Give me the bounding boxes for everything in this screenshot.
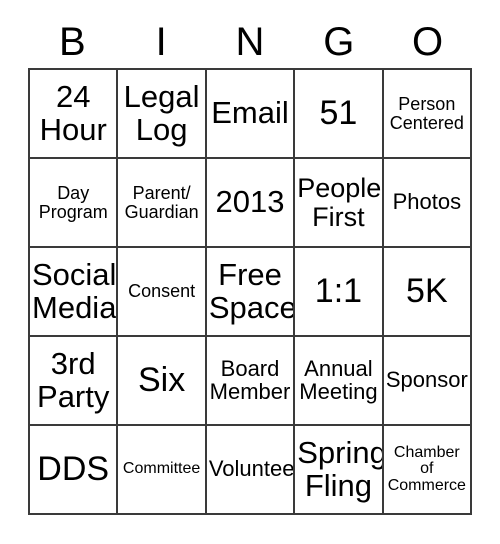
bingo-cell-label: People First — [297, 173, 382, 232]
bingo-cell-label: Legal Log — [123, 79, 200, 147]
bingo-cell-label: Committee — [122, 460, 201, 478]
bingo-cell-label: DDS — [37, 449, 110, 488]
bingo-cell[interactable]: Six — [118, 337, 207, 426]
bingo-cell[interactable]: Social Media — [30, 248, 119, 337]
bingo-cell[interactable]: Free Space — [206, 248, 296, 337]
bingo-cell-label: Day Program — [38, 182, 108, 222]
bingo-cell[interactable]: 24 Hour — [30, 70, 119, 159]
bingo-row: DDS Committee Volunteer Spring Fling Chamber… — [30, 426, 473, 515]
bingo-cell-label: Volunteer — [208, 456, 296, 482]
bingo-header-letter-b: B — [59, 20, 86, 64]
bingo-cell-label: 3rd Party — [37, 346, 110, 414]
bingo-cell[interactable]: 2013 — [206, 159, 296, 248]
bingo-cell[interactable]: Day Program — [30, 159, 119, 248]
bingo-cell[interactable]: Chamber of Commerce — [383, 426, 473, 515]
bingo-cell[interactable]: 5K — [383, 248, 473, 337]
bingo-cell-label: Sponsor — [385, 367, 468, 393]
bingo-cell[interactable]: Spring Fling — [295, 426, 384, 515]
bingo-cell-label: Consent — [128, 281, 196, 302]
bingo-cell[interactable]: Email — [206, 70, 296, 159]
bingo-header-letter-g: G — [323, 20, 355, 64]
bingo-cell-label: 24 Hour — [39, 79, 107, 147]
bingo-cell[interactable]: Legal Log — [118, 70, 207, 159]
bingo-cell-label: Spring Fling — [297, 435, 384, 503]
bingo-cell[interactable]: 3rd Party — [30, 337, 119, 426]
bingo-cell[interactable]: Committee — [118, 426, 207, 515]
bingo-cell[interactable]: Photos — [383, 159, 473, 248]
bingo-row: Day Program Parent/ Guardian 2013 People Fi… — [30, 159, 473, 248]
bingo-cell[interactable]: People First — [295, 159, 384, 248]
bingo-cell[interactable]: Person Centered — [383, 70, 473, 159]
bingo-cell[interactable]: Consent — [118, 248, 207, 337]
bingo-row: 24 Hour Legal Log Email 51 Person Centered — [30, 70, 473, 159]
bingo-header-letter-i: I — [155, 20, 167, 64]
bingo-cell-label: Board Member — [209, 355, 291, 404]
bingo-cell[interactable]: 51 — [295, 70, 384, 159]
bingo-cell[interactable]: Parent/ Guardian — [118, 159, 207, 248]
bingo-card: B I N G O 24 Hour Legal Log Email 51 Person … — [0, 0, 500, 544]
bingo-cell[interactable]: Sponsor — [383, 337, 473, 426]
bingo-cell[interactable]: DDS — [30, 426, 119, 515]
bingo-cell-label: Chamber of Commerce — [387, 443, 466, 494]
bingo-cell[interactable]: 1:1 — [295, 248, 384, 337]
bingo-cell-label: 1:1 — [314, 271, 363, 310]
bingo-cell-label: Photos — [392, 189, 462, 215]
bingo-header-row: B I N G O — [28, 16, 472, 68]
bingo-header-letter-n: N — [235, 20, 265, 64]
bingo-row: Social Media Consent Free Space 1:1 5K — [30, 248, 473, 337]
bingo-cell-label: Parent/ Guardian — [124, 182, 199, 222]
bingo-cell[interactable]: Board Member — [206, 337, 296, 426]
bingo-cell-label: 2013 — [215, 184, 285, 220]
bingo-cell-label: Free Space — [208, 257, 296, 325]
bingo-cell-label: 51 — [319, 93, 358, 132]
bingo-cell-label: Person Centered — [389, 93, 464, 133]
bingo-cell-label: Social Media — [32, 257, 117, 325]
bingo-cell-label: Six — [137, 360, 186, 399]
bingo-cell-label: Annual Meeting — [299, 355, 378, 404]
bingo-grid: 24 Hour Legal Log Email 51 Person Centered Da… — [28, 68, 473, 515]
bingo-header-letter-o: O — [412, 20, 444, 64]
bingo-row: 3rd Party Six Board Member Annual Meeting Sp… — [30, 337, 473, 426]
bingo-cell-label: Email — [211, 95, 289, 131]
bingo-cell[interactable]: Volunteer — [206, 426, 296, 515]
bingo-cell-label: 5K — [406, 271, 448, 310]
bingo-cell[interactable]: Annual Meeting — [295, 337, 384, 426]
